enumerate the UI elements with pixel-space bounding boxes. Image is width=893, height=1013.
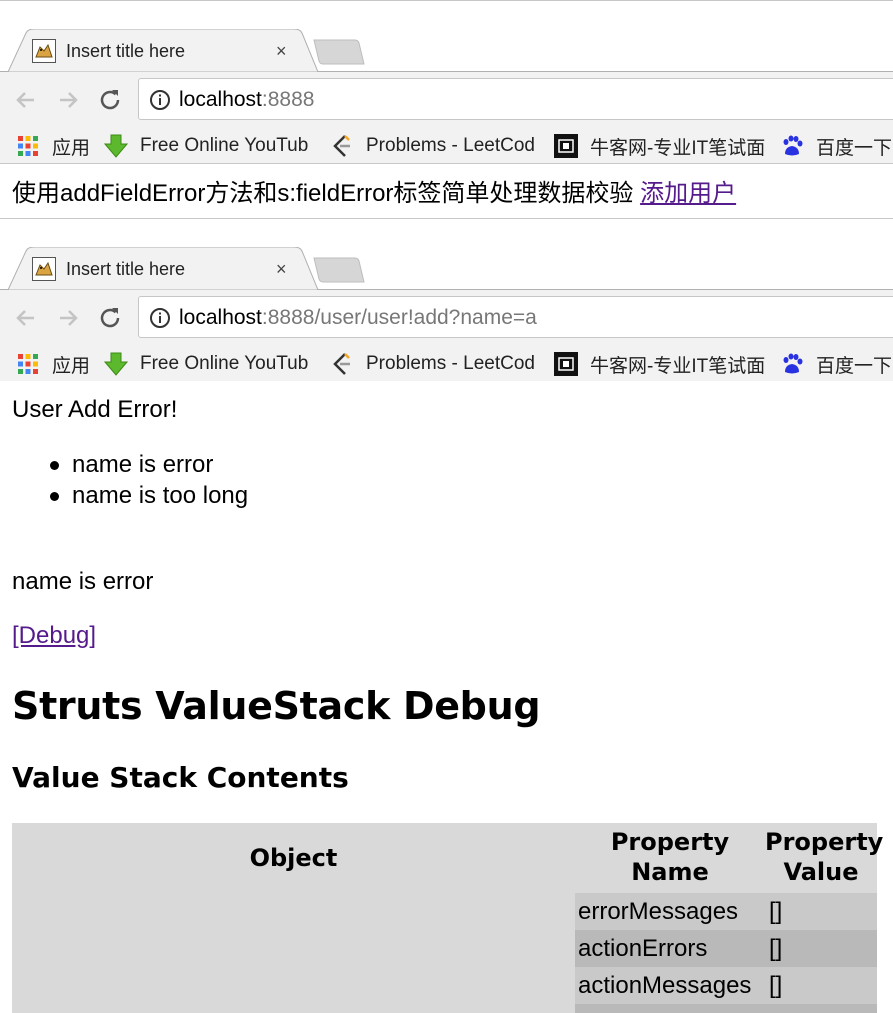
- url-host: localhost: [179, 88, 262, 111]
- bookmark-label: Free Online YouTub: [140, 353, 309, 374]
- col-header-object: Object: [249, 844, 338, 872]
- tomcat-favicon-icon: [32, 39, 56, 63]
- reload-icon[interactable]: [94, 302, 126, 334]
- tab-strip: Insert title here ×: [0, 219, 893, 291]
- bookmark-youtube[interactable]: Free Online YouTub: [104, 132, 308, 160]
- intro-line: 使用addFieldError方法和s:fieldError标签简单处理数据校验…: [12, 179, 736, 209]
- bookmark-apps[interactable]: 应用: [16, 350, 90, 378]
- debug-link[interactable]: [Debug]: [12, 621, 96, 651]
- leetcode-icon: [333, 353, 350, 375]
- bookmark-leetcode[interactable]: Problems - LeetCod: [330, 350, 535, 378]
- url-path: :8888/user/user!add?name=a: [261, 306, 537, 329]
- bookmark-baidu[interactable]: 百度一下: [780, 350, 892, 378]
- green-download-arrow-icon: [104, 134, 128, 158]
- bookmarks-bar: 应用 Free Online YouTub Problems - LeetCod…: [0, 128, 893, 164]
- debug-title: Struts ValueStack Debug: [12, 684, 541, 728]
- new-tab-button[interactable]: [313, 39, 365, 65]
- bookmark-apps[interactable]: 应用: [16, 132, 90, 160]
- tab-insert-title[interactable]: Insert title here ×: [8, 247, 318, 290]
- tab-close-icon[interactable]: ×: [276, 39, 287, 63]
- intro-text: 使用addFieldError方法和s:fieldError标签简单处理数据校验: [12, 180, 641, 207]
- bookmark-label: Free Online YouTub: [140, 135, 309, 156]
- leetcode-icon: [333, 135, 350, 157]
- forward-arrow-icon[interactable]: [52, 302, 84, 334]
- bookmark-label: 百度一下: [816, 355, 893, 377]
- address-bar[interactable]: localhost:8888: [138, 78, 893, 120]
- tab-title: Insert title here: [66, 259, 186, 279]
- bookmark-youtube[interactable]: Free Online YouTub: [104, 350, 308, 378]
- forward-arrow-icon[interactable]: [52, 84, 84, 116]
- url-host: localhost: [179, 306, 262, 329]
- reload-icon[interactable]: [94, 84, 126, 116]
- field-error-text: name is error: [12, 568, 154, 595]
- bookmark-label: 牛客网-专业IT笔试面: [590, 355, 766, 377]
- info-icon[interactable]: [149, 307, 171, 329]
- value-stack-table: Object Property Name Property Value erro…: [12, 823, 884, 1013]
- error-item: name is too long: [49, 482, 249, 509]
- browser-window-1: Insert title here × localhost:8888 应用 Fr…: [0, 0, 893, 218]
- bookmark-label: 应用: [52, 355, 91, 377]
- add-user-link[interactable]: 添加用户: [640, 180, 736, 207]
- bookmark-label: Problems - LeetCod: [366, 135, 535, 156]
- browser-toolbar: localhost:8888: [0, 72, 893, 128]
- bookmark-label: 应用: [52, 137, 91, 159]
- property-value-cell: []: [769, 972, 783, 999]
- bookmark-nowcoder[interactable]: 牛客网-专业IT笔试面: [554, 132, 765, 160]
- page-content-1: 使用addFieldError方法和s:fieldError标签简单处理数据校验…: [0, 165, 893, 218]
- table-row: actionMessages []: [575, 967, 877, 1004]
- url-text[interactable]: localhost:8888/user/user!add?name=a: [179, 305, 537, 331]
- baidu-paw-icon: [783, 135, 803, 156]
- address-bar[interactable]: localhost:8888/user/user!add?name=a: [138, 296, 893, 338]
- nowcoder-icon: [554, 134, 578, 158]
- info-icon[interactable]: [149, 89, 171, 111]
- bookmark-label: 百度一下: [816, 137, 893, 159]
- table-row: actionErrors []: [575, 930, 877, 967]
- value-stack-subtitle: Value Stack Contents: [12, 761, 349, 794]
- tab-strip: Insert title here ×: [0, 1, 893, 73]
- property-name-cell: errorMessages: [578, 898, 739, 925]
- property-name-cell: actionMessages: [578, 972, 752, 999]
- col-header-property-name: Property Name: [610, 828, 730, 886]
- col-header-property-value: Property Value: [765, 828, 884, 886]
- url-text[interactable]: localhost:8888: [179, 87, 314, 113]
- bookmark-label: 牛客网-专业IT笔试面: [590, 137, 766, 159]
- table-row: errorMessages []: [575, 893, 877, 930]
- green-download-arrow-icon: [104, 352, 128, 376]
- error-item: name is error: [49, 449, 248, 480]
- back-arrow-icon[interactable]: [10, 84, 42, 116]
- tab-close-icon[interactable]: ×: [276, 257, 287, 281]
- table-row: [575, 1004, 877, 1013]
- property-value-cell: []: [769, 898, 783, 925]
- url-path: :8888: [261, 88, 315, 111]
- browser-toolbar: localhost:8888/user/user!add?name=a: [0, 290, 893, 346]
- bookmark-label: Problems - LeetCod: [366, 353, 535, 374]
- property-value-cell: []: [769, 935, 783, 962]
- apps-grid-icon: [18, 136, 38, 156]
- tab-insert-title[interactable]: Insert title here ×: [8, 29, 318, 72]
- error-heading: User Add Error!: [12, 396, 178, 423]
- bookmark-nowcoder[interactable]: 牛客网-专业IT笔试面: [554, 350, 765, 378]
- tomcat-favicon-icon: [32, 257, 56, 281]
- new-tab-button[interactable]: [313, 257, 365, 283]
- apps-grid-icon: [18, 354, 38, 374]
- property-name-cell: actionErrors: [578, 935, 708, 962]
- bookmarks-bar: 应用 Free Online YouTub Problems - LeetCod…: [0, 346, 893, 382]
- bookmark-leetcode[interactable]: Problems - LeetCod: [330, 132, 535, 160]
- error-list: name is error name is too long: [49, 449, 249, 511]
- tab-title: Insert title here: [66, 41, 186, 61]
- nowcoder-icon: [554, 352, 578, 376]
- bookmark-baidu[interactable]: 百度一下: [780, 132, 892, 160]
- page-content-2: User Add Error! name is error name is to…: [0, 381, 893, 1013]
- baidu-paw-icon: [783, 353, 803, 374]
- back-arrow-icon[interactable]: [10, 302, 42, 334]
